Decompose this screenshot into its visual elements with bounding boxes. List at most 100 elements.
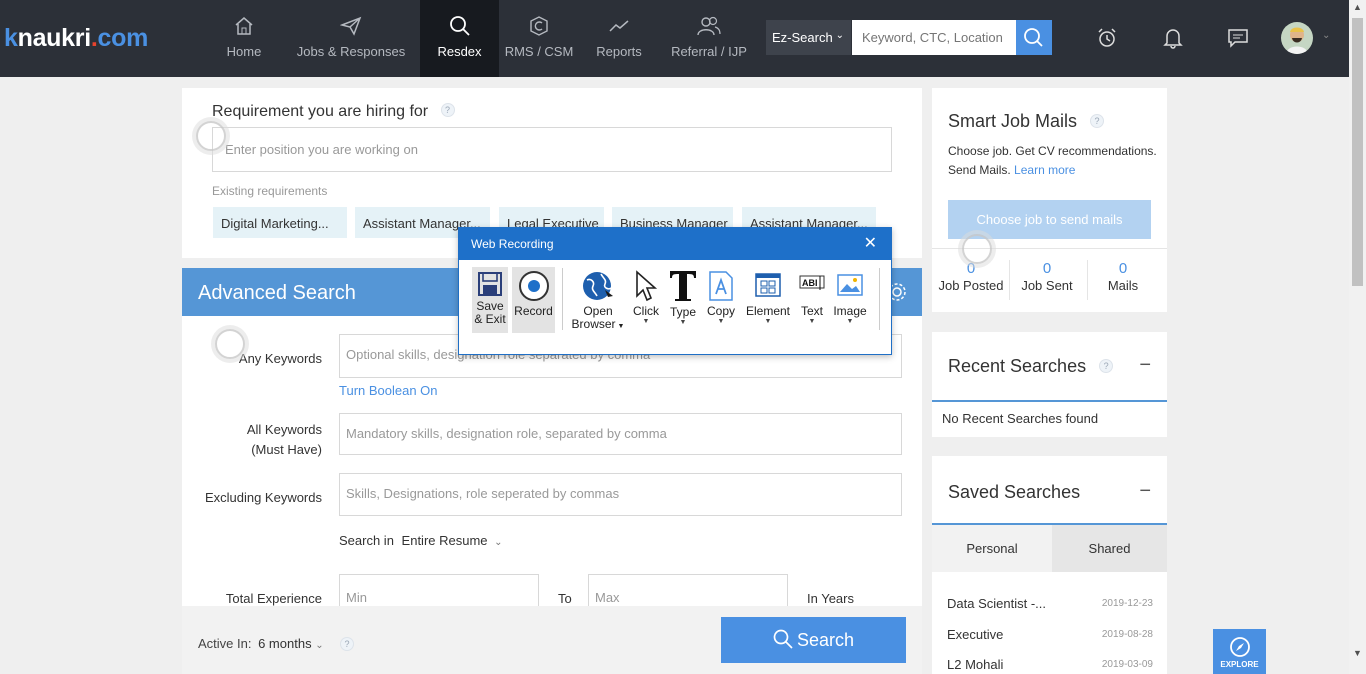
saved-search-date: 2019-12-23: [1101, 598, 1153, 609]
collapse-icon[interactable]: −: [1139, 480, 1151, 503]
click-ripple-indicator: [215, 329, 245, 359]
saved-search-item[interactable]: L2 Mohali: [947, 657, 1003, 672]
logo-naukri: naukri: [17, 24, 92, 52]
nav-home[interactable]: Home: [219, 0, 269, 77]
search-icon: [773, 629, 793, 649]
tab-shared[interactable]: Shared: [1052, 525, 1167, 572]
mails-stat[interactable]: 0 Mails: [1084, 260, 1162, 293]
record-label: Record: [514, 304, 553, 318]
requirement-title-text: Requirement you are hiring for: [212, 103, 429, 120]
divider: [932, 400, 1167, 402]
element-button[interactable]: Element ▼: [744, 267, 792, 326]
job-posted-stat[interactable]: 0 Job Posted: [932, 260, 1010, 293]
help-icon[interactable]: ?: [440, 103, 455, 117]
alarm-clock-icon[interactable]: [1096, 27, 1118, 52]
web-recording-dialog: Web Recording ✕ Save & Exit Record Open …: [458, 227, 892, 355]
bell-icon[interactable]: [1163, 27, 1183, 52]
chart-line-icon: [592, 15, 646, 45]
user-avatar-icon: [1286, 27, 1308, 54]
search-in-control[interactable]: Search in Entire Resume ⌄: [339, 533, 503, 548]
smart-job-mails-description: Choose job. Get CV recommendations. Send…: [948, 142, 1158, 180]
saved-search-item[interactable]: Executive: [947, 627, 1003, 642]
nav-home-label: Home: [226, 44, 262, 59]
requirement-position-input[interactable]: Enter position you are working on: [212, 127, 892, 172]
image-label: Image: [833, 304, 867, 318]
text-label: Text: [800, 304, 823, 318]
nav-referral-ijp[interactable]: Referral / IJP: [668, 0, 750, 77]
close-icon[interactable]: ✕: [864, 233, 877, 253]
naukri-logo[interactable]: knaukri.com: [4, 24, 148, 53]
text-button[interactable]: ABI Text ▼: [797, 267, 827, 326]
help-icon[interactable]: ?: [1090, 114, 1105, 128]
help-icon[interactable]: ?: [1099, 359, 1114, 373]
paper-plane-icon: [292, 15, 410, 45]
scrollbar-thumb[interactable]: [1352, 18, 1363, 286]
scroll-down-arrow-icon[interactable]: ▼: [1353, 648, 1362, 658]
min-placeholder: Min: [346, 590, 367, 605]
search-in-value: Entire Resume: [401, 533, 488, 548]
smart-job-mails-card: Smart Job Mails ? Choose job. Get CV rec…: [932, 88, 1167, 312]
job-sent-stat[interactable]: 0 Job Sent: [1008, 260, 1086, 293]
requirement-title: Requirement you are hiring for ?: [212, 103, 455, 121]
open-browser-button[interactable]: Open Browser ▼: [571, 267, 625, 333]
requirement-chip[interactable]: Digital Marketing...: [213, 207, 347, 238]
copy-button[interactable]: Copy ▼: [705, 267, 737, 326]
save-exit-label-2: & Exit: [474, 312, 506, 326]
chevron-down-icon: ⌄: [835, 30, 844, 41]
save-icon: [478, 272, 502, 296]
people-icon: [668, 15, 750, 45]
dropdown-arrow-icon: ▼: [764, 318, 772, 325]
page-scrollbar[interactable]: ▲ ▼: [1349, 0, 1366, 674]
nav-resdex-label: Resdex: [437, 44, 482, 59]
open-browser-label-1: Open: [583, 304, 613, 318]
avatar[interactable]: [1281, 22, 1313, 54]
image-icon: [837, 274, 863, 296]
record-button[interactable]: Record: [512, 267, 555, 333]
globe-icon: [583, 272, 613, 300]
chevron-down-icon[interactable]: ⌄: [1322, 30, 1330, 41]
all-keywords-input[interactable]: Mandatory skills, designation role, sepa…: [339, 413, 902, 455]
nav-rms-csm[interactable]: RMS / CSM: [503, 0, 575, 77]
top-navigation-bar: knaukri.com Home Jobs & Responses Resdex…: [0, 0, 1349, 77]
recent-searches-card: Recent Searches ? − No Recent Searches f…: [932, 332, 1167, 437]
toolbar-separator: [562, 268, 563, 330]
search-mode-select[interactable]: Ez-Search ⌄: [766, 20, 851, 55]
toolbar-separator: [879, 268, 880, 330]
click-button[interactable]: Click ▼: [630, 267, 662, 326]
recent-searches-title-text: Recent Searches: [948, 356, 1087, 376]
nav-referral-label: Referral / IJP: [671, 44, 747, 59]
logo-dot: .: [90, 24, 98, 52]
logo-com: com: [97, 24, 149, 52]
job-posted-label: Job Posted: [938, 278, 1004, 293]
search-button[interactable]: Search: [721, 617, 906, 663]
scroll-up-arrow-icon[interactable]: ▲: [1353, 2, 1362, 12]
rms-icon: [503, 15, 575, 45]
max-placeholder: Max: [595, 590, 620, 605]
home-icon: [219, 15, 269, 45]
nav-resdex[interactable]: Resdex: [420, 0, 499, 77]
save-exit-button[interactable]: Save & Exit: [472, 267, 508, 333]
nav-jobs-responses[interactable]: Jobs & Responses: [292, 0, 410, 77]
chevron-down-icon: ⌄: [494, 537, 503, 548]
saved-search-item[interactable]: Data Scientist -...: [947, 596, 1046, 611]
chat-icon[interactable]: [1227, 27, 1249, 52]
help-icon[interactable]: ?: [340, 637, 354, 651]
active-in-control[interactable]: Active In: 6 months ⌄: [198, 636, 324, 651]
global-search-input[interactable]: [852, 20, 1016, 55]
cursor-icon: [636, 270, 658, 302]
collapse-icon[interactable]: −: [1139, 354, 1151, 377]
logo-k: k: [4, 24, 18, 52]
search-mode-value: Ez-Search: [772, 30, 833, 45]
global-search-button[interactable]: [1016, 20, 1052, 55]
type-button[interactable]: Type ▼: [666, 267, 700, 327]
image-button[interactable]: Image ▼: [831, 267, 869, 326]
copy-label: Copy: [706, 304, 735, 318]
turn-boolean-on-link[interactable]: Turn Boolean On: [339, 383, 438, 398]
tab-personal[interactable]: Personal: [932, 525, 1052, 572]
learn-more-link[interactable]: Learn more: [1014, 163, 1075, 177]
web-recording-titlebar[interactable]: Web Recording ✕: [459, 228, 891, 260]
explore-button[interactable]: EXPLORE: [1213, 629, 1266, 674]
excluding-keywords-input[interactable]: Skills, Designations, role seperated by …: [339, 473, 902, 516]
nav-reports[interactable]: Reports: [592, 0, 646, 77]
active-in-value: 6 months: [258, 636, 312, 651]
